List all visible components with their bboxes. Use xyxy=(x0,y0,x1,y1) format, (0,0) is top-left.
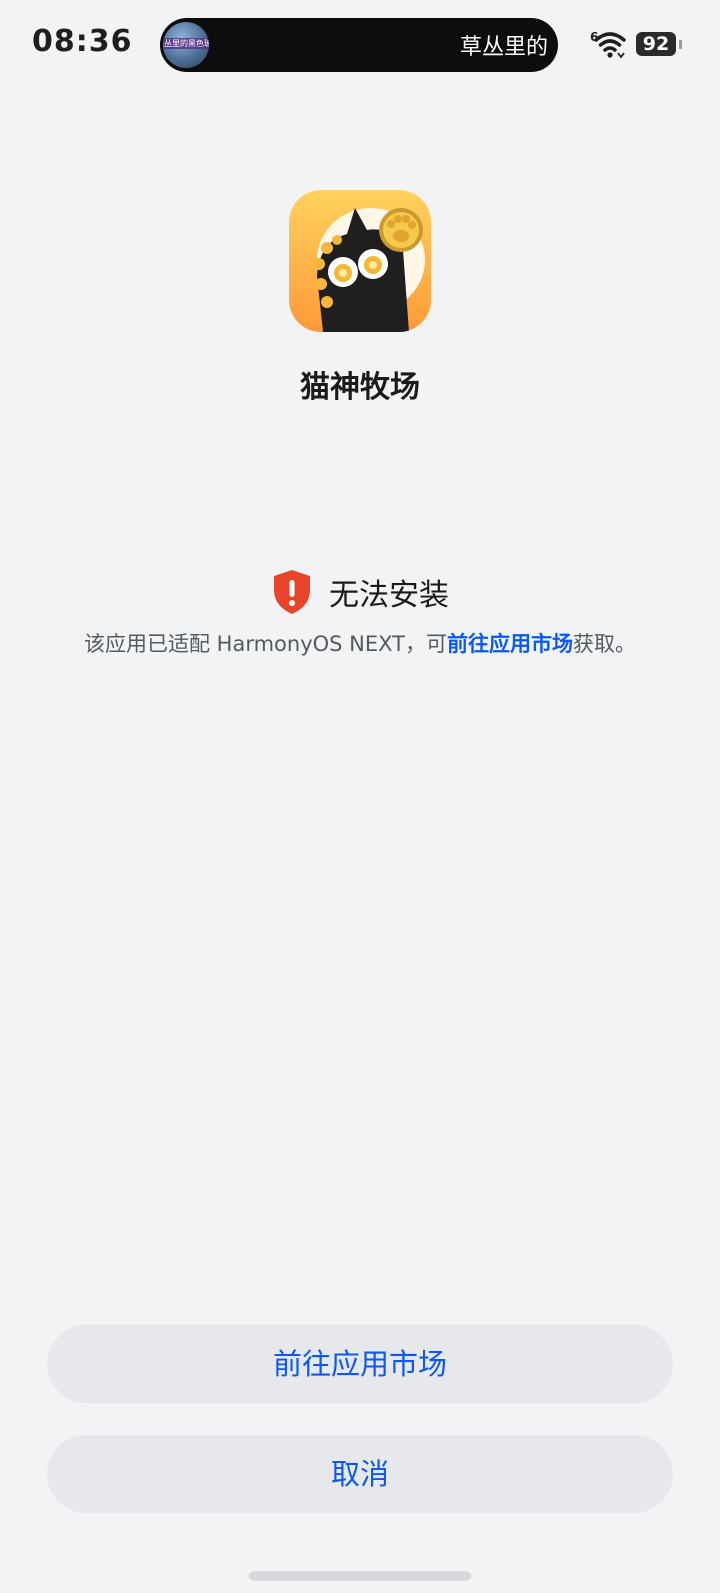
shield-alert-icon xyxy=(271,568,313,616)
status-time: 08:36 xyxy=(32,24,133,59)
battery-icon: 92 xyxy=(636,32,676,56)
island-thumbnail: 丛里的黑色玻 xyxy=(163,22,209,68)
battery-level: 92 xyxy=(642,33,670,55)
dynamic-island[interactable]: 丛里的黑色玻 草丛里的 xyxy=(160,18,558,72)
app-icon xyxy=(289,190,431,332)
home-indicator[interactable] xyxy=(249,1571,471,1581)
island-thumbnail-caption: 丛里的黑色玻 xyxy=(164,38,209,49)
battery-tip xyxy=(679,40,682,49)
app-market-link[interactable]: 前往应用市场 xyxy=(447,632,573,656)
cancel-button[interactable]: 取消 xyxy=(47,1435,673,1513)
warning-desc-suffix: 获取。 xyxy=(573,632,636,656)
warning-description: 该应用已适配 HarmonyOS NEXT，可前往应用市场获取。 xyxy=(0,628,720,658)
warning-desc-prefix: 该应用已适配 HarmonyOS NEXT，可 xyxy=(84,632,447,656)
app-name: 猫神牧场 xyxy=(300,370,420,405)
go-to-app-market-button[interactable]: 前往应用市场 xyxy=(47,1325,673,1403)
warning-title: 无法安装 xyxy=(329,578,449,613)
island-text: 草丛里的 xyxy=(459,35,548,60)
wifi-icon: 6 xyxy=(588,26,628,62)
install-warning: 无法安装 xyxy=(0,568,720,618)
wifi-standard-badge: 6 xyxy=(590,30,599,44)
